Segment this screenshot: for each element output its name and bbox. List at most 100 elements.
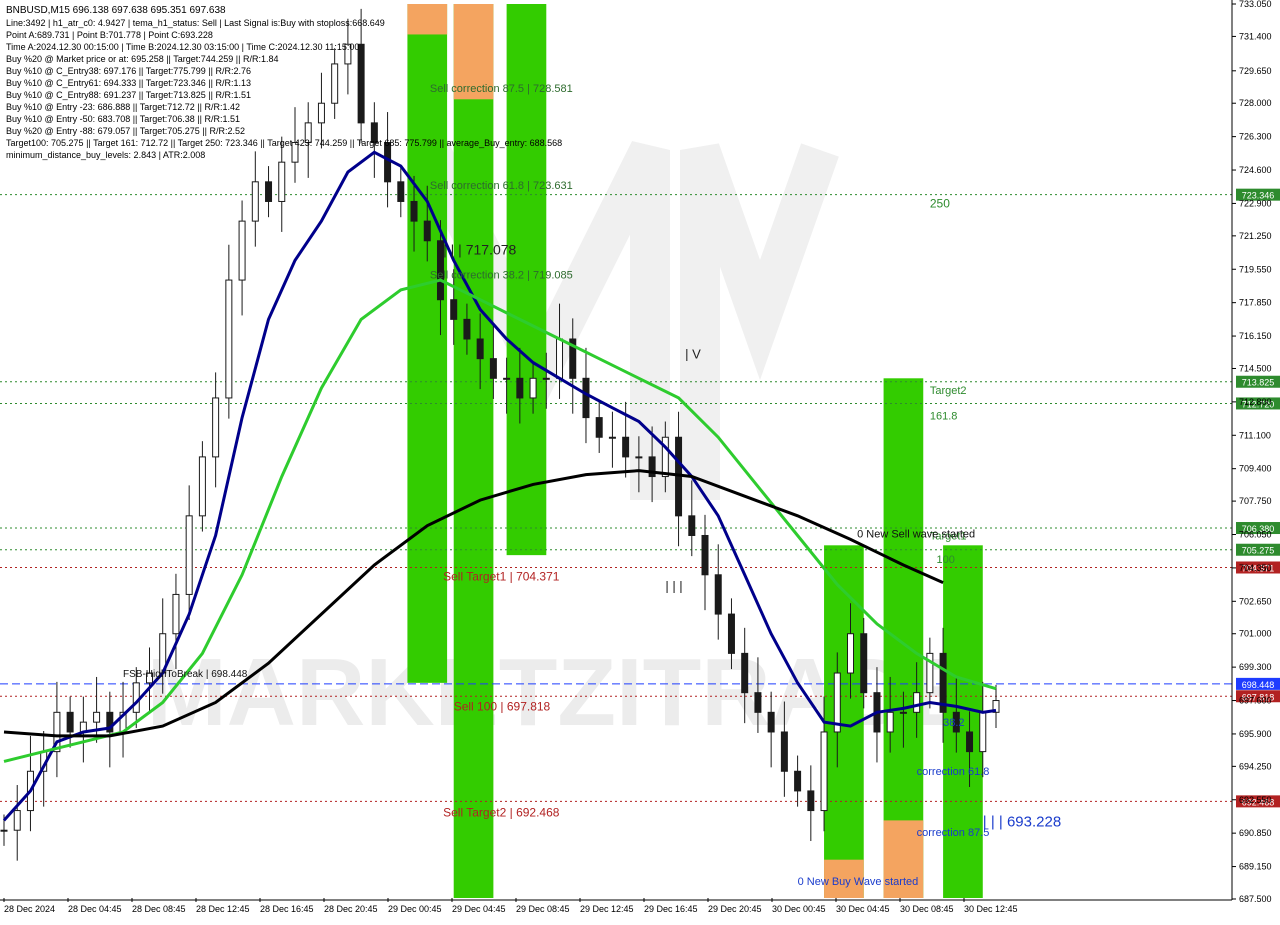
candle-body xyxy=(225,279,233,399)
y-tick-label: 728.000 xyxy=(1239,98,1272,108)
candle-body xyxy=(794,770,802,792)
candle-body xyxy=(66,711,74,733)
annotation-17: | | | 693.228 xyxy=(983,813,1061,830)
candle-body xyxy=(185,515,193,595)
y-tick-label: 719.550 xyxy=(1239,264,1272,274)
annotation-1: Sell correction 61.8 | 723.631 xyxy=(430,180,573,192)
annotation-15: correction 61.8 xyxy=(917,766,990,778)
annotation-2: Sell correction 38.2 | 719.085 xyxy=(430,269,573,281)
candle-body xyxy=(357,43,365,124)
x-tick-label: 29 Dec 00:45 xyxy=(388,904,442,914)
y-tick-label: 704.350 xyxy=(1239,563,1272,573)
candle-body xyxy=(622,436,630,458)
annotation-8: | | | xyxy=(665,579,682,594)
x-tick-label: 28 Dec 2024 xyxy=(4,904,55,914)
header-line-2: Time A:2024.12.30 00:15:00 | Time B:2024… xyxy=(6,42,359,52)
candle-body xyxy=(754,692,762,713)
header-line-3: Buy %20 @ Market price or at: 695.258 ||… xyxy=(6,54,278,64)
y-tick-label: 697.600 xyxy=(1239,696,1272,706)
x-tick-label: 28 Dec 08:45 xyxy=(132,904,186,914)
candle-body xyxy=(899,711,907,714)
candle-body xyxy=(886,711,894,733)
candle-body xyxy=(529,377,537,399)
y-tick-label: 690.850 xyxy=(1239,828,1272,838)
candle-body xyxy=(727,613,735,654)
header-line-6: Buy %10 @ C_Entry88: 691.237 || Target:7… xyxy=(6,90,251,100)
x-tick-label: 30 Dec 08:45 xyxy=(900,904,954,914)
y-tick-label: 726.300 xyxy=(1239,132,1272,142)
header-line-11: minimum_distance_buy_levels: 2.843 | ATR… xyxy=(6,150,205,160)
candle-body xyxy=(384,142,392,183)
candle-body xyxy=(767,711,775,733)
candle-body xyxy=(317,102,325,124)
candle-body xyxy=(582,377,590,419)
header-line-5: Buy %10 @ C_Entry61: 694.333 || Target:7… xyxy=(6,78,251,88)
candle-body xyxy=(860,633,868,694)
price-chart[interactable]: MARKETZITRADE 723.346713.825712.720706.3… xyxy=(0,0,1280,920)
y-tick-label: 722.900 xyxy=(1239,198,1272,208)
candle-body xyxy=(172,593,180,635)
y-tick-label: 716.150 xyxy=(1239,331,1272,341)
candle-body xyxy=(265,181,273,202)
candle-body xyxy=(714,574,722,615)
x-tick-label: 28 Dec 04:45 xyxy=(68,904,122,914)
x-tick-label: 28 Dec 20:45 xyxy=(324,904,378,914)
candle-body xyxy=(13,810,21,831)
annotation-20: FSB-HighToBreak | 698.448 xyxy=(123,669,248,680)
annotation-4: Sell Target1 | 704.371 xyxy=(443,570,560,584)
candle-body xyxy=(516,377,524,399)
candle-body xyxy=(132,682,140,713)
candle-body xyxy=(542,377,550,380)
y-tick-label: 733.050 xyxy=(1239,0,1272,9)
chart-window[interactable]: MARKETZITRADE 723.346 713.825 712.720 706.3… xyxy=(0,0,1280,920)
annotation-10: Target2 xyxy=(930,385,967,397)
x-tick-label: 29 Dec 04:45 xyxy=(452,904,506,914)
candle-body xyxy=(93,711,101,723)
candle-body xyxy=(913,692,921,713)
y-tick-label: 702.650 xyxy=(1239,596,1272,606)
candle-body xyxy=(556,338,564,379)
y-tick-label: 695.900 xyxy=(1239,729,1272,739)
annotation-11: 161.8 xyxy=(930,411,958,423)
zone-7 xyxy=(883,378,924,898)
y-tick-label: 692.550 xyxy=(1239,795,1272,805)
candle-body xyxy=(608,436,616,439)
annotation-19: 38.2 xyxy=(943,717,964,729)
x-tick-label: 30 Dec 00:45 xyxy=(772,904,826,914)
zone-0 xyxy=(407,4,448,683)
y-tick-label: 699.300 xyxy=(1239,662,1272,672)
candle-body xyxy=(463,318,471,340)
candle-body xyxy=(966,731,974,753)
header-line-8: Buy %10 @ Entry -50: 683.708 || Target:7… xyxy=(6,114,240,124)
header-line-9: Buy %20 @ Entry -88: 679.057 || Target:7… xyxy=(6,126,245,136)
candle-body xyxy=(489,358,497,379)
candle-body xyxy=(503,377,511,380)
annotation-14: 0 New Sell wave started xyxy=(857,528,975,540)
candle-body xyxy=(635,456,643,459)
candle-body xyxy=(331,63,339,104)
header-line-7: Buy %10 @ Entry -23: 686.888 || Target:7… xyxy=(6,102,240,112)
zone-2 xyxy=(407,4,448,35)
annotation-18: 0 New Buy Wave started xyxy=(798,876,919,888)
candle-body xyxy=(847,633,855,674)
level-label-1: 713.825 xyxy=(1242,378,1275,388)
y-tick-label: 709.400 xyxy=(1239,464,1272,474)
x-tick-label: 28 Dec 16:45 xyxy=(260,904,314,914)
candle-body xyxy=(397,181,405,202)
y-tick-label: 731.400 xyxy=(1239,31,1272,41)
candle-body xyxy=(423,220,431,242)
candle-body xyxy=(251,181,259,222)
x-tick-label: 29 Dec 16:45 xyxy=(644,904,698,914)
candle-body xyxy=(780,731,788,772)
header-line-10: Target100: 705.275 || Target 161: 712.72… xyxy=(6,138,562,148)
x-tick-label: 30 Dec 12:45 xyxy=(964,904,1018,914)
x-tick-label: 28 Dec 12:45 xyxy=(196,904,250,914)
annotation-9: 250 xyxy=(930,196,950,210)
candle-body xyxy=(595,417,603,438)
header-line-0: Line:3492 | h1_atr_c0: 4.9427 | tema_h1_… xyxy=(6,18,385,28)
x-tick-label: 30 Dec 04:45 xyxy=(836,904,890,914)
candle-body xyxy=(212,397,220,458)
y-tick-label: 721.250 xyxy=(1239,231,1272,241)
candle-body xyxy=(0,829,8,832)
y-tick-label: 701.000 xyxy=(1239,629,1272,639)
